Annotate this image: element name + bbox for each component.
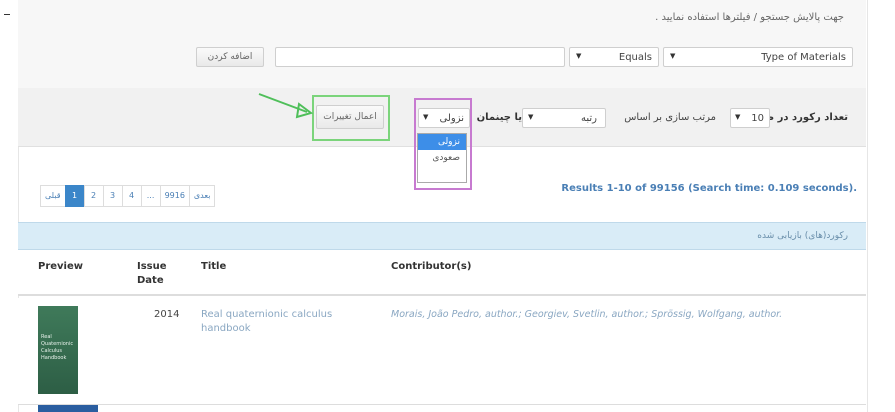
sort-by-select[interactable]: ▼ رتبه [522,108,606,128]
results-summary: Results 1-10 of 99156 (Search time: 0.10… [561,183,857,194]
filter-field-select[interactable]: ▼ Type of Materials [663,47,853,67]
order-label: یا چینمان [476,112,522,123]
page-link-2[interactable]: 2 [83,185,104,207]
filter-operator-select[interactable]: ▼ Equals [569,47,659,67]
row-issue-date: 2014 [154,309,180,320]
book-cover-thumbnail[interactable]: Real Quaternionic Calculus Handbook [38,306,78,394]
page-link-last[interactable]: 9916 [159,185,190,207]
column-header-contributors[interactable]: Contributor(s) [391,260,471,274]
cover-title: Real Quaternionic Calculus Handbook [41,334,74,361]
results-header-bar: رکورد(های) بازیابی شده [18,222,866,250]
results-table-header: Preview Issue Date Title Contributor(s) [18,250,866,296]
page-link-1[interactable]: 1 [64,185,85,207]
next-row-cover-thumbnail[interactable] [38,405,98,412]
rpp-select[interactable]: ▼ 10 [730,108,770,128]
filter-hint: جهت پالایش جستجو / فیلترها استفاده نمایی… [655,12,844,23]
order-dropdown-highlight [414,98,472,190]
chevron-down-icon: ▼ [528,113,534,121]
green-arrow-icon [258,93,314,119]
chevron-down-icon: ▼ [670,52,676,60]
edge-dash [4,14,10,15]
next-page-link[interactable]: بعدی [188,185,216,207]
filter-value-input[interactable] [275,47,565,67]
column-header-title[interactable]: Title [201,260,226,274]
sort-by-label: مرتب سازی بر اساس [624,112,716,123]
table-row: Real Quaternionic Calculus Handbook 2014… [18,298,866,404]
results-bar-title: رکورد(های) بازیابی شده [757,231,848,241]
apply-button-highlight [312,95,390,141]
row-divider [18,404,866,405]
pagination: قبلی 1 2 3 4 ... 9916 بعدی [40,185,216,207]
prev-page-link[interactable]: قبلی [40,185,66,207]
column-header-preview[interactable]: Preview [38,260,83,274]
column-header-issue-date[interactable]: Issue Date [137,260,177,288]
row-title-link[interactable]: Real quaternionic calculus handbook [201,308,351,336]
add-filter-button[interactable]: اضافه کردن [196,47,264,67]
chevron-down-icon: ▼ [735,113,741,121]
page-link-3[interactable]: 3 [102,185,123,207]
chevron-down-icon: ▼ [576,52,582,60]
page-ellipsis: ... [140,185,161,207]
filter-panel: جهت پالایش جستجو / فیلترها استفاده نمایی… [18,0,866,89]
page-link-4[interactable]: 4 [121,185,142,207]
row-contributors[interactable]: Morais, João Pedro, author.; Georgiev, S… [391,308,861,322]
